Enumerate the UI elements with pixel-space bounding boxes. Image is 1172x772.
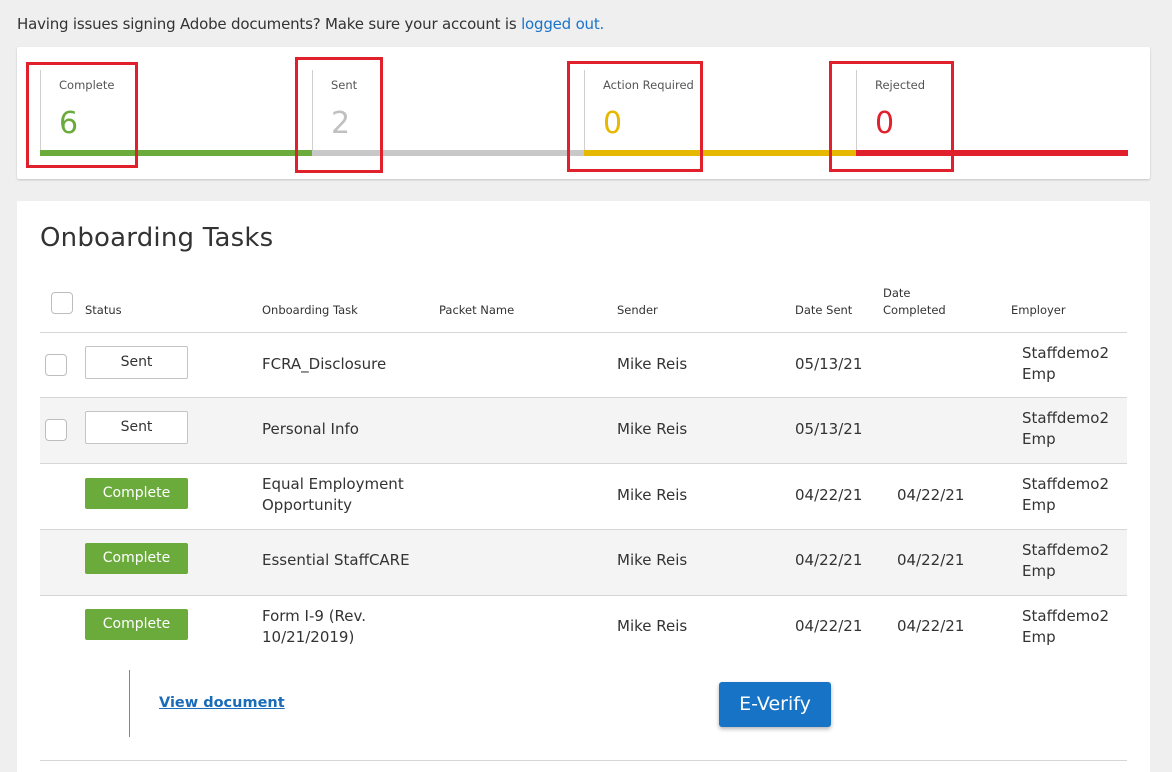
stat-action-required-label: Action Required: [603, 78, 694, 92]
stat-sent[interactable]: Sent 2: [312, 70, 584, 156]
stat-rejected-count: 0: [875, 106, 895, 141]
column-header-status[interactable]: Status: [85, 302, 122, 319]
employer-line2: Emp: [1022, 562, 1056, 580]
employer-line2: Emp: [1022, 628, 1056, 646]
sender-name: Mike Reis: [617, 420, 688, 438]
employer-name: Staffdemo2 Emp: [1022, 474, 1109, 516]
stat-complete-bar: [40, 150, 312, 156]
date-sent: 04/22/21: [795, 617, 863, 635]
status-complete-button[interactable]: Complete: [85, 478, 188, 509]
employer-line2: Emp: [1022, 365, 1056, 383]
detail-indent-line: [129, 670, 130, 737]
table-row[interactable]: Complete Equal Employment Opportunity Mi…: [40, 464, 1127, 529]
stat-sent-label: Sent: [331, 78, 358, 92]
sender-name: Mike Reis: [617, 617, 688, 635]
stat-rejected[interactable]: Rejected 0: [856, 70, 1128, 156]
stat-complete-count: 6: [59, 106, 79, 141]
employer-name: Staffdemo2 Emp: [1022, 540, 1109, 582]
row-checkbox[interactable]: [45, 354, 67, 376]
status-complete-button[interactable]: Complete: [85, 609, 188, 640]
employer-line1: Staffdemo2: [1022, 409, 1110, 427]
column-header-sender[interactable]: Sender: [617, 302, 658, 319]
stat-sent-bar: [312, 150, 584, 156]
employer-line1: Staffdemo2: [1022, 344, 1110, 362]
stat-rejected-bar: [856, 150, 1128, 156]
table-row[interactable]: Sent Personal Info Mike Reis 05/13/21 St…: [40, 398, 1127, 463]
e-verify-button[interactable]: E-Verify: [719, 682, 831, 727]
column-header-date-completed-line2: Completed: [883, 303, 946, 317]
page-title: Onboarding Tasks: [40, 223, 274, 253]
sender-name: Mike Reis: [617, 551, 688, 569]
employer-name: Staffdemo2 Emp: [1022, 408, 1109, 450]
onboarding-tasks-card: Onboarding Tasks Status Onboarding Task …: [17, 201, 1150, 772]
date-completed: 04/22/21: [897, 551, 965, 569]
employer-line2: Emp: [1022, 496, 1056, 514]
notice-text: Having issues signing Adobe documents? M…: [17, 15, 522, 33]
column-header-date-sent[interactable]: Date Sent: [795, 302, 852, 319]
task-name: Form I-9 (Rev. 10/21/2019): [262, 606, 366, 648]
table-row[interactable]: Complete Form I-9 (Rev. 10/21/2019) Mike…: [40, 596, 1127, 661]
stat-action-required-bar: [584, 150, 856, 156]
row-checkbox[interactable]: [45, 419, 67, 441]
stat-divider: [40, 70, 41, 156]
sender-name: Mike Reis: [617, 486, 688, 504]
select-all-checkbox[interactable]: [51, 292, 73, 314]
task-name-line1: Form I-9 (Rev.: [262, 607, 367, 625]
status-summary-card: Complete 6 Sent 2 Action Required 0 Reje…: [17, 47, 1150, 179]
stat-divider: [584, 70, 585, 156]
employer-name: Staffdemo2 Emp: [1022, 343, 1109, 385]
table-row[interactable]: Sent FCRA_Disclosure Mike Reis 05/13/21 …: [40, 333, 1127, 398]
stat-rejected-label: Rejected: [875, 78, 926, 92]
table-row[interactable]: Complete Essential StaffCARE Mike Reis 0…: [40, 530, 1127, 595]
column-header-date-completed-line1: Date: [883, 286, 911, 300]
employer-line1: Staffdemo2: [1022, 541, 1110, 559]
employer-name: Staffdemo2 Emp: [1022, 606, 1109, 648]
status-sent-button[interactable]: Sent: [85, 346, 188, 379]
task-name: FCRA_Disclosure: [262, 355, 387, 373]
task-name: Equal Employment Opportunity: [262, 474, 404, 516]
task-name-line2: 10/21/2019): [262, 628, 355, 646]
employer-line1: Staffdemo2: [1022, 475, 1110, 493]
task-name: Personal Info: [262, 420, 359, 438]
column-header-packet-name[interactable]: Packet Name: [439, 302, 514, 319]
logged-out-link[interactable]: logged out.: [521, 15, 604, 33]
stat-action-required[interactable]: Action Required 0: [584, 70, 856, 156]
stat-action-required-count: 0: [603, 106, 623, 141]
stat-complete-label: Complete: [59, 78, 115, 92]
date-sent: 04/22/21: [795, 486, 863, 504]
task-name-line2: Opportunity: [262, 496, 353, 514]
column-header-onboarding-task[interactable]: Onboarding Task: [262, 302, 358, 319]
stat-complete[interactable]: Complete 6: [40, 70, 312, 156]
date-sent: 04/22/21: [795, 551, 863, 569]
column-header-employer[interactable]: Employer: [1011, 302, 1066, 319]
date-sent: 05/13/21: [795, 355, 863, 373]
task-name-line1: Equal Employment: [262, 475, 404, 493]
view-document-link[interactable]: View document: [159, 695, 285, 711]
stat-sent-count: 2: [331, 106, 351, 141]
date-sent: 05/13/21: [795, 420, 863, 438]
stat-divider: [856, 70, 857, 156]
stat-divider: [312, 70, 313, 156]
row-divider: [40, 760, 1127, 761]
employer-line2: Emp: [1022, 430, 1056, 448]
column-header-date-completed[interactable]: Date Completed: [883, 285, 946, 319]
task-name: Essential StaffCARE: [262, 551, 410, 569]
signing-notice: Having issues signing Adobe documents? M…: [17, 15, 604, 33]
sender-name: Mike Reis: [617, 355, 688, 373]
employer-line1: Staffdemo2: [1022, 607, 1110, 625]
date-completed: 04/22/21: [897, 617, 965, 635]
status-sent-button[interactable]: Sent: [85, 411, 188, 444]
status-complete-button[interactable]: Complete: [85, 543, 188, 574]
date-completed: 04/22/21: [897, 486, 965, 504]
